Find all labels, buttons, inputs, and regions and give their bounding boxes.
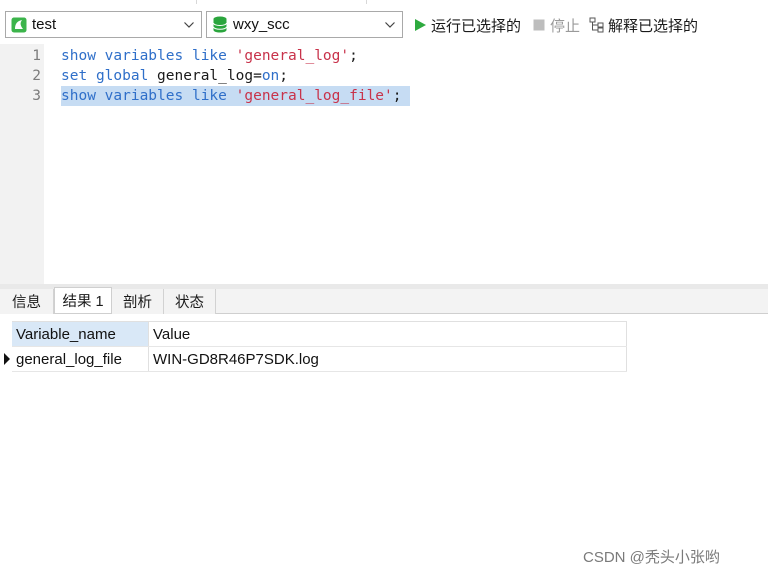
- tab-profile[interactable]: 剖析: [112, 289, 164, 314]
- play-icon: [412, 17, 428, 33]
- grid-header-row: Variable_name Value: [12, 322, 627, 347]
- tab-result-1[interactable]: 结果 1: [54, 287, 112, 313]
- explain-icon: [589, 17, 605, 33]
- code-line[interactable]: set global general_log=on;: [61, 66, 297, 86]
- explain-selected-button[interactable]: 解释已选择的: [589, 15, 698, 35]
- connection-icon: [10, 16, 28, 34]
- connection-value: test: [32, 16, 57, 33]
- chevron-down-icon: [182, 18, 196, 32]
- line-number: 2: [32, 68, 41, 84]
- query-toolbar: test wxy_scc 运行已选择的 停止 解释已选择的: [0, 6, 768, 44]
- strip-separator: [366, 0, 367, 4]
- tab-label: 信息: [12, 295, 41, 311]
- tab-label: 剖析: [123, 295, 152, 311]
- connection-select[interactable]: test: [5, 11, 202, 38]
- column-header-variable-name[interactable]: Variable_name: [12, 322, 149, 346]
- stop-icon: [531, 17, 547, 33]
- database-select[interactable]: wxy_scc: [206, 11, 403, 38]
- strip-separator: [196, 0, 197, 4]
- table-row[interactable]: general_log_file WIN-GD8R46P7SDK.log: [4, 347, 627, 372]
- run-selected-label: 运行已选择的: [431, 17, 522, 35]
- line-number: 1: [32, 48, 41, 64]
- tab-status[interactable]: 状态: [164, 289, 216, 314]
- explain-selected-label: 解释已选择的: [608, 17, 699, 35]
- column-header-value[interactable]: Value: [149, 322, 627, 346]
- run-selected-button[interactable]: 运行已选择的: [412, 15, 521, 35]
- watermark: CSDN @秃头小张哟: [583, 549, 720, 566]
- tab-info[interactable]: 信息: [0, 289, 54, 314]
- cell-variable-name[interactable]: general_log_file: [12, 347, 149, 371]
- line-number: 3: [32, 88, 41, 104]
- database-icon: [211, 16, 229, 34]
- line-number-gutter: 1 2 3: [0, 44, 44, 284]
- chevron-down-icon: [383, 18, 397, 32]
- stop-label: 停止: [550, 17, 581, 35]
- code-line[interactable]: show variables like 'general_log_file';: [61, 86, 411, 106]
- stop-button[interactable]: 停止: [531, 15, 580, 35]
- database-value: wxy_scc: [233, 16, 290, 33]
- result-grid: Variable_name Value general_log_file WIN…: [4, 321, 627, 372]
- result-tab-bar: 信息 结果 1 剖析 状态: [0, 287, 768, 314]
- current-row-marker-icon: [4, 353, 10, 365]
- code-line[interactable]: show variables like 'general_log';: [61, 46, 367, 66]
- sql-editor[interactable]: 1 2 3 show variables like 'general_log';…: [0, 44, 768, 284]
- tab-label: 结果 1: [62, 294, 104, 310]
- tab-label: 状态: [175, 295, 204, 311]
- cell-value[interactable]: WIN-GD8R46P7SDK.log: [149, 347, 627, 371]
